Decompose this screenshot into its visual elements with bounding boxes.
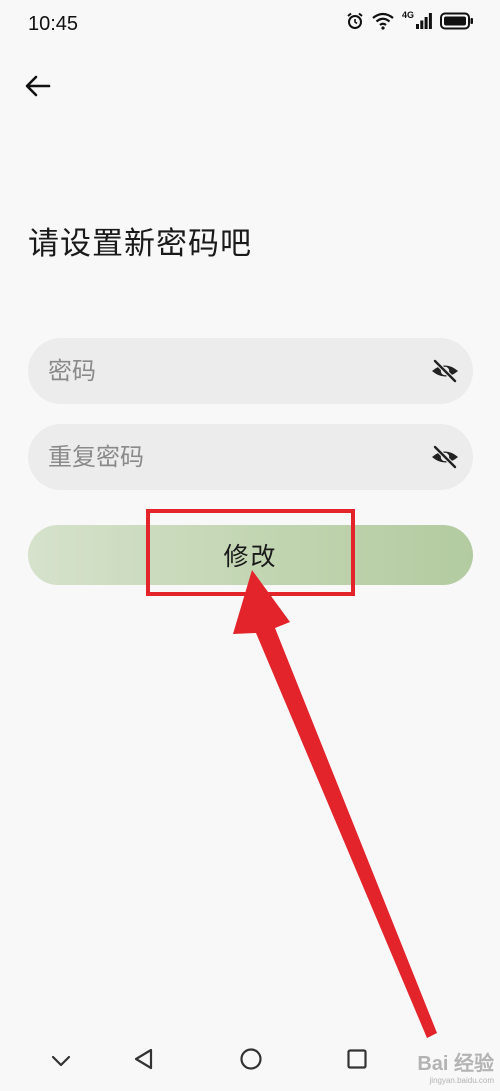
- watermark: Bai 经验 jingyan.baidu.com: [417, 1047, 494, 1085]
- watermark-main: Bai 经验: [417, 1053, 494, 1075]
- chevron-down-icon[interactable]: [46, 1048, 76, 1074]
- watermark-sub: jingyan.baidu.com: [429, 1076, 494, 1085]
- home-circle-icon[interactable]: [236, 1044, 266, 1074]
- back-triangle-icon[interactable]: [128, 1044, 158, 1074]
- recents-square-icon[interactable]: [342, 1044, 372, 1074]
- annotation-arrow: [233, 570, 437, 1038]
